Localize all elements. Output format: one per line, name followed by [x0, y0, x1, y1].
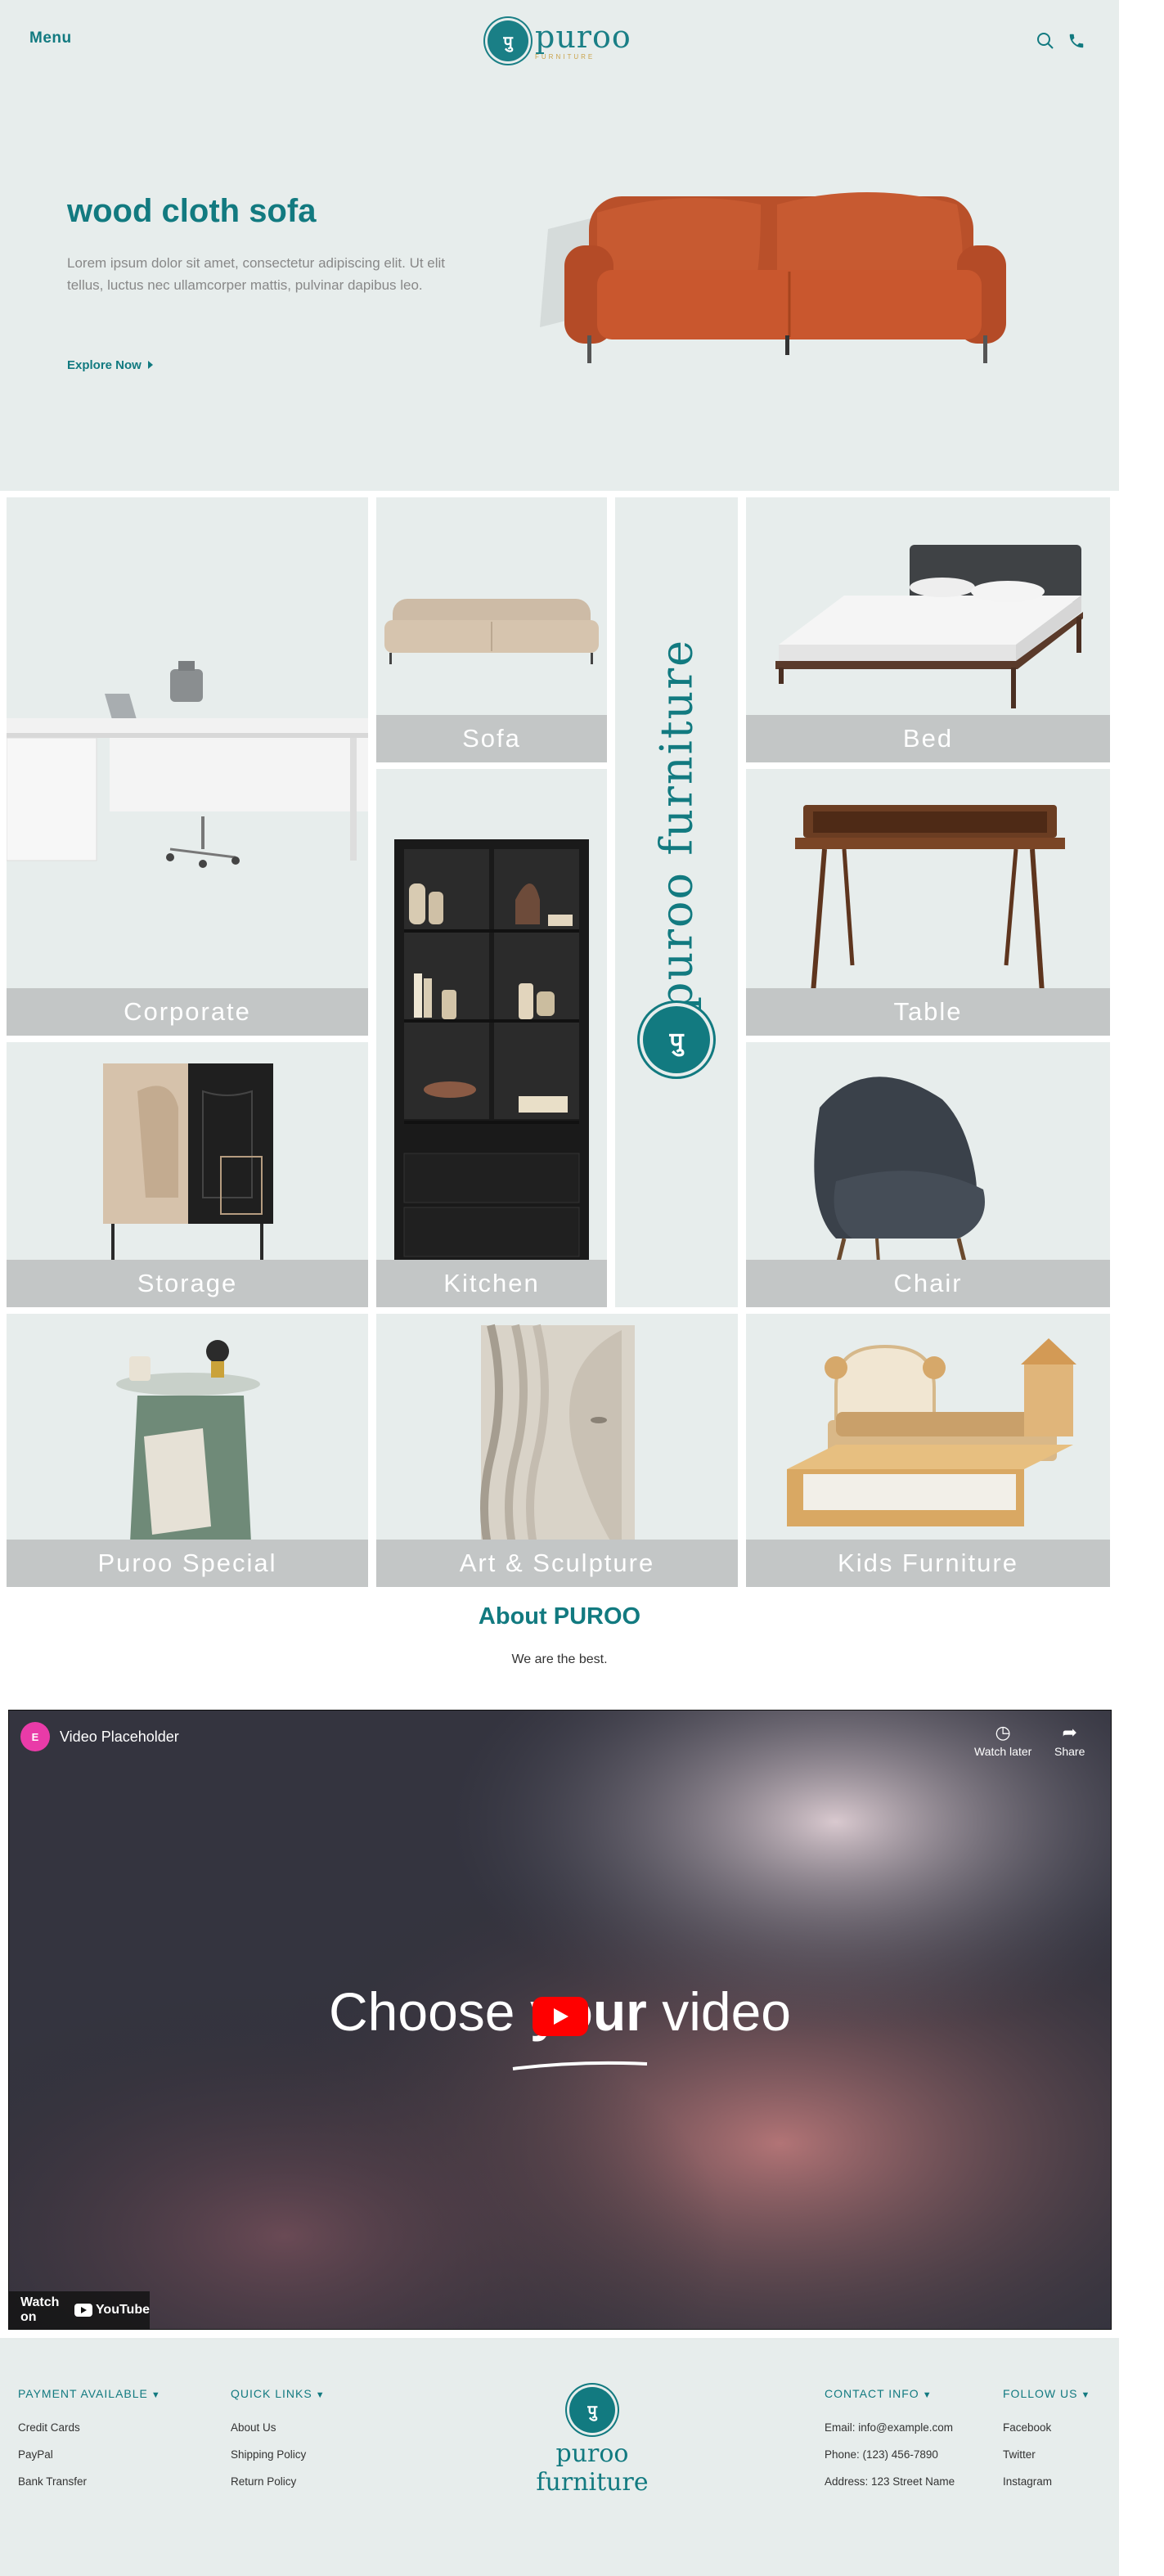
footer-logo[interactable]: पु puroo furniture [502, 2387, 682, 2497]
footer-contact: CONTACT INFO ▼ Email: info@example.com Ph… [825, 2387, 955, 2502]
video-headline-post: video [646, 1981, 791, 2042]
category-bed[interactable]: Bed [746, 497, 1110, 762]
category-corporate[interactable]: Corporate [7, 497, 368, 1036]
footer-link[interactable]: About Us [231, 2421, 326, 2434]
footer-logo-badge: पु [569, 2387, 615, 2433]
category-caption: Bed [746, 715, 1110, 762]
category-table[interactable]: Table [746, 769, 1110, 1036]
play-button[interactable] [533, 1997, 588, 2036]
footer-contact-address: Address: 123 Street Name [825, 2475, 955, 2488]
watch-later-label: Watch later [974, 1745, 1032, 1758]
caret-down-icon: ▼ [922, 2390, 933, 2400]
footer-payment-heading[interactable]: PAYMENT AVAILABLE ▼ [18, 2387, 161, 2400]
hero-text: Lorem ipsum dolor sit amet, consectetur … [67, 255, 446, 293]
footer-link[interactable]: Shipping Policy [231, 2448, 326, 2461]
footer-link[interactable]: PayPal [18, 2448, 161, 2461]
about-title: About PUROO [478, 1603, 641, 1630]
kitchen-cabinet-image [394, 839, 589, 1297]
brand-vertical-text: puroo furniture [650, 638, 703, 1011]
caret-down-icon: ▼ [1081, 2390, 1091, 2400]
footer-link[interactable]: Bank Transfer [18, 2475, 161, 2488]
footer-payment: PAYMENT AVAILABLE ▼ Credit Cards PayPal B… [18, 2387, 161, 2502]
category-caption: Storage [7, 1260, 368, 1307]
video-player[interactable]: E Video Placeholder ◷ Watch later ➦ Shar… [8, 1710, 1112, 2330]
about-subtitle: We are the best. [511, 1652, 608, 1666]
watch-on-youtube-button[interactable]: Watch on YouTube [9, 2291, 150, 2329]
footer-follow: FOLLOW US ▼ Facebook Twitter Instagram [1003, 2387, 1090, 2502]
footer-contact-email[interactable]: Email: info@example.com [825, 2421, 955, 2434]
category-caption: Kids Furniture [746, 1540, 1110, 1587]
footer-follow-heading[interactable]: FOLLOW US ▼ [1003, 2387, 1090, 2400]
logo-tagline: FURNITURE [535, 53, 595, 61]
category-art-sculpture[interactable]: Art & Sculpture [376, 1314, 738, 1587]
search-icon[interactable] [1036, 31, 1055, 51]
hero-sofa-image [540, 192, 1006, 363]
category-chair[interactable]: Chair [746, 1042, 1110, 1307]
video-title[interactable]: Video Placeholder [60, 1729, 179, 1746]
category-sofa[interactable]: Sofa [376, 497, 607, 762]
phone-icon[interactable] [1067, 31, 1086, 51]
category-kitchen[interactable]: Kitchen [376, 769, 607, 1307]
caret-right-icon [147, 361, 153, 369]
explore-now-link[interactable]: Explore Now [67, 358, 153, 372]
footer-link[interactable]: Return Policy [231, 2475, 326, 2488]
channel-icon[interactable]: E [20, 1722, 50, 1751]
footer-social-twitter[interactable]: Twitter [1003, 2448, 1090, 2461]
share-label: Share [1054, 1745, 1085, 1758]
share-button[interactable]: ➦ Share [1054, 1722, 1085, 1758]
share-icon: ➦ [1062, 1722, 1077, 1742]
site-footer: PAYMENT AVAILABLE ▼ Credit Cards PayPal B… [0, 2338, 1119, 2576]
explore-now-label: Explore Now [67, 358, 142, 372]
category-caption: Table [746, 988, 1110, 1036]
footer-social-facebook[interactable]: Facebook [1003, 2421, 1090, 2434]
headline-underline [512, 2061, 648, 2070]
category-caption: Sofa [376, 715, 607, 762]
category-puroo-special[interactable]: Puroo Special [7, 1314, 368, 1587]
footer-quick-links-heading-label: QUICK LINKS [231, 2387, 312, 2400]
footer-contact-heading-label: CONTACT INFO [825, 2387, 919, 2400]
category-storage[interactable]: Storage [7, 1042, 368, 1307]
site-logo[interactable]: पु puroo FURNITURE [488, 18, 631, 64]
caret-down-icon: ▼ [315, 2390, 326, 2400]
clock-icon: ◷ [995, 1722, 1011, 1742]
footer-contact-heading[interactable]: CONTACT INFO ▼ [825, 2387, 955, 2400]
footer-quick-links-heading[interactable]: QUICK LINKS ▼ [231, 2387, 326, 2400]
footer-social-instagram[interactable]: Instagram [1003, 2475, 1090, 2488]
caret-down-icon: ▼ [151, 2390, 161, 2400]
category-caption: Kitchen [376, 1260, 607, 1307]
footer-quick-links: QUICK LINKS ▼ About Us Shipping Policy Re… [231, 2387, 326, 2502]
footer-payment-heading-label: PAYMENT AVAILABLE [18, 2387, 148, 2400]
category-caption: Puroo Special [7, 1540, 368, 1587]
category-caption: Corporate [7, 988, 368, 1036]
footer-follow-heading-label: FOLLOW US [1003, 2387, 1078, 2400]
youtube-label: YouTube [95, 2303, 150, 2317]
footer-contact-phone[interactable]: Phone: (123) 456-7890 [825, 2448, 955, 2461]
hero-section: Menu पु puroo FURNITURE wood cloth sofa … [0, 0, 1119, 491]
corporate-desk-image [7, 661, 368, 868]
watch-later-button[interactable]: ◷ Watch later [974, 1722, 1031, 1758]
logo-wordmark: puroo FURNITURE [535, 21, 631, 61]
footer-link[interactable]: Credit Cards [18, 2421, 161, 2434]
hero-title: wood cloth sofa [67, 193, 317, 229]
menu-button[interactable]: Menu [29, 29, 72, 47]
footer-logo-word: puroo furniture [536, 2439, 649, 2497]
video-headline-pre: Choose [329, 1981, 530, 2042]
youtube-logo-icon: YouTube [74, 2303, 150, 2318]
logo-badge: पु [488, 20, 528, 61]
logo-word: puroo [535, 19, 631, 55]
category-kids-furniture[interactable]: Kids Furniture [746, 1314, 1110, 1587]
watch-on-label: Watch on [20, 2295, 60, 2324]
category-caption: Art & Sculpture [376, 1540, 738, 1587]
category-caption: Chair [746, 1260, 1110, 1307]
brand-column: puroo furniture पु [615, 497, 738, 1307]
brand-badge: पु [643, 1006, 710, 1073]
